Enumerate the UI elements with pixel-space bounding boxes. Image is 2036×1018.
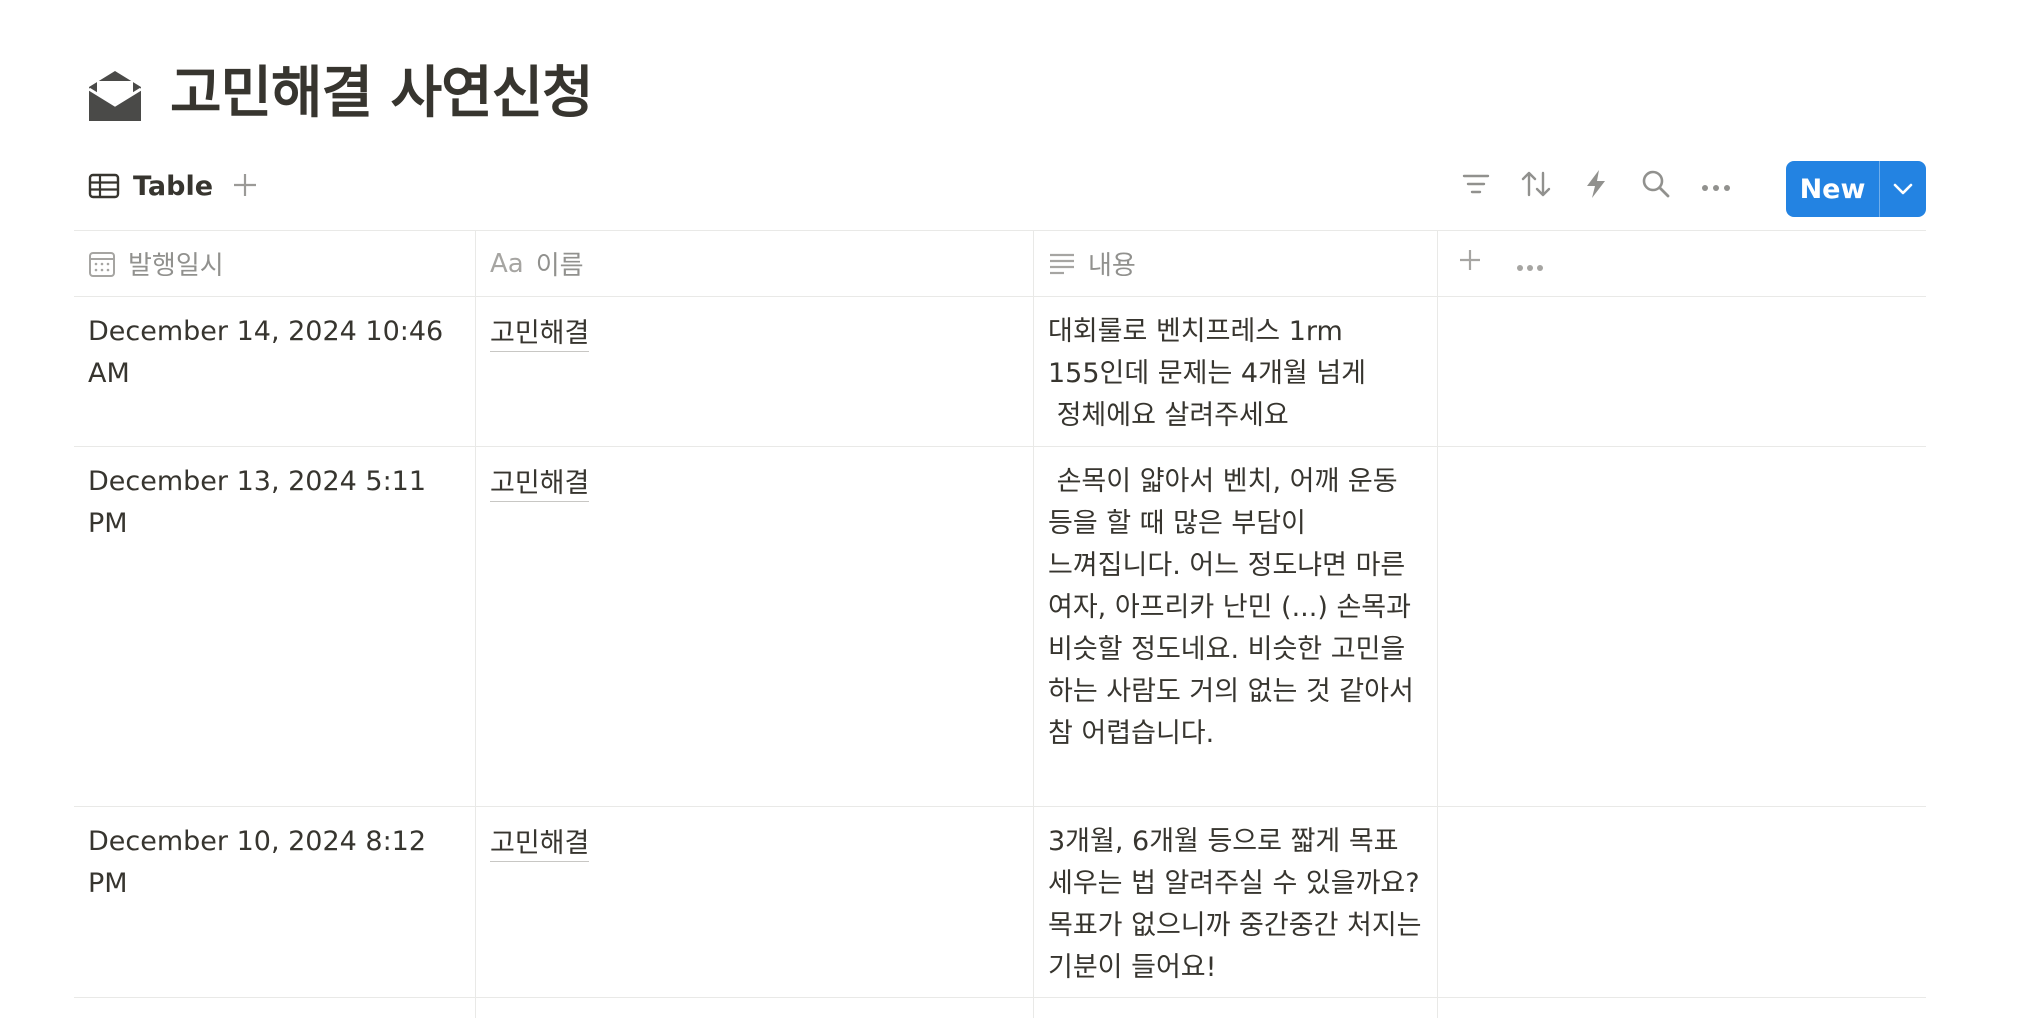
date-cell[interactable]: December 10, 2024 8:12 PM: [74, 807, 476, 997]
date-cell[interactable]: [74, 998, 476, 1018]
calendar-icon: [88, 250, 116, 278]
row-title-link[interactable]: 고민해결: [490, 828, 590, 862]
column-header-name[interactable]: Aa 이름: [476, 231, 1034, 296]
name-cell[interactable]: 고민해결: [476, 297, 1034, 446]
empty-cell: [1438, 807, 1926, 997]
date-value: December 10, 2024 8:12 PM: [88, 826, 427, 899]
text-lines-icon: [1048, 252, 1076, 276]
tab-label: Table: [133, 170, 214, 202]
name-cell[interactable]: 고민해결: [476, 447, 1034, 806]
content-cell[interactable]: 3개월, 6개월 등으로 짧게 목표 세우는 법 알려주실 수 있을까요? 목표…: [1034, 807, 1438, 997]
table-icon: [88, 172, 120, 200]
table-row[interactable]: December 13, 2024 5:11 PM 고민해결 손목이 얇아서 벤…: [74, 447, 1926, 807]
new-button[interactable]: New: [1786, 161, 1879, 217]
content-value: 대회룰로 벤치프레스 1rm 155인데 문제는 4개월 넘게 정체에요 살려주…: [1048, 316, 1367, 431]
row-title-link[interactable]: 고민해결: [490, 468, 590, 502]
page-title: 고민해결 사연신청: [170, 61, 594, 126]
column-header-actions: [1438, 231, 1926, 296]
empty-cell: [1438, 447, 1926, 806]
filter-button[interactable]: [1454, 164, 1498, 208]
search-icon: [1641, 169, 1671, 203]
new-dropdown-button[interactable]: [1880, 161, 1926, 217]
column-header-label: 발행일시: [128, 251, 224, 281]
empty-cell: [1438, 297, 1926, 446]
aa-title-icon: Aa: [490, 248, 524, 279]
table-row[interactable]: December 10, 2024 8:12 PM 고민해결 3개월, 6개월 …: [74, 807, 1926, 998]
table-row[interactable]: [74, 998, 1926, 1018]
sort-button[interactable]: [1514, 164, 1558, 208]
content-value: 손목이 얇아서 벤치, 어깨 운동 등을 할 때 많은 부담이 느껴집니다. 어…: [1048, 466, 1423, 749]
column-header-label: 이름: [535, 251, 584, 281]
column-header-date[interactable]: 발행일시: [74, 231, 476, 296]
date-cell[interactable]: December 13, 2024 5:11 PM: [74, 447, 476, 806]
database-table: 발행일시 Aa 이름 내용 December 14, 2024 10:46 AM…: [74, 230, 1926, 1018]
page-header: 고민해결 사연신청: [86, 52, 594, 136]
automation-button[interactable]: [1574, 164, 1618, 208]
column-header-content[interactable]: 내용: [1034, 231, 1438, 296]
search-button[interactable]: [1634, 164, 1678, 208]
sort-icon: [1521, 170, 1551, 202]
name-cell[interactable]: [476, 998, 1034, 1018]
property-more-button[interactable]: [1512, 246, 1548, 282]
open-envelope-icon[interactable]: [86, 63, 144, 125]
column-header-label: 내용: [1088, 251, 1136, 281]
new-button-group: New: [1786, 161, 1926, 217]
more-icon: [1701, 177, 1731, 196]
plus-icon: [1458, 248, 1482, 279]
plus-icon: [232, 172, 258, 202]
date-value: December 13, 2024 5:11 PM: [88, 466, 427, 539]
more-options-button[interactable]: [1694, 164, 1738, 208]
content-cell[interactable]: 손목이 얇아서 벤치, 어깨 운동 등을 할 때 많은 부담이 느껴집니다. 어…: [1034, 447, 1438, 806]
date-value: December 14, 2024 10:46 AM: [88, 316, 444, 389]
date-cell[interactable]: December 14, 2024 10:46 AM: [74, 297, 476, 446]
content-cell[interactable]: 대회룰로 벤치프레스 1rm 155인데 문제는 4개월 넘게 정체에요 살려주…: [1034, 297, 1438, 446]
filter-icon: [1462, 173, 1490, 199]
automation-bolt-icon: [1585, 169, 1607, 203]
add-property-button[interactable]: [1452, 246, 1488, 282]
chevron-down-icon: [1893, 180, 1913, 199]
empty-cell: [1438, 998, 1926, 1018]
view-toolbar: [1438, 164, 1738, 208]
content-value: 3개월, 6개월 등으로 짧게 목표 세우는 법 알려주실 수 있을까요? 목표…: [1048, 826, 1431, 983]
add-view-button[interactable]: [226, 168, 264, 206]
tab-table-view[interactable]: Table: [88, 166, 213, 206]
table-row[interactable]: December 14, 2024 10:46 AM 고민해결 대회룰로 벤치프…: [74, 297, 1926, 447]
more-icon: [1516, 249, 1544, 279]
view-bar: Table New: [74, 158, 1926, 218]
content-cell[interactable]: [1034, 998, 1438, 1018]
table-header-row: 발행일시 Aa 이름 내용: [74, 231, 1926, 297]
row-title-link[interactable]: 고민해결: [490, 318, 590, 352]
name-cell[interactable]: 고민해결: [476, 807, 1034, 997]
